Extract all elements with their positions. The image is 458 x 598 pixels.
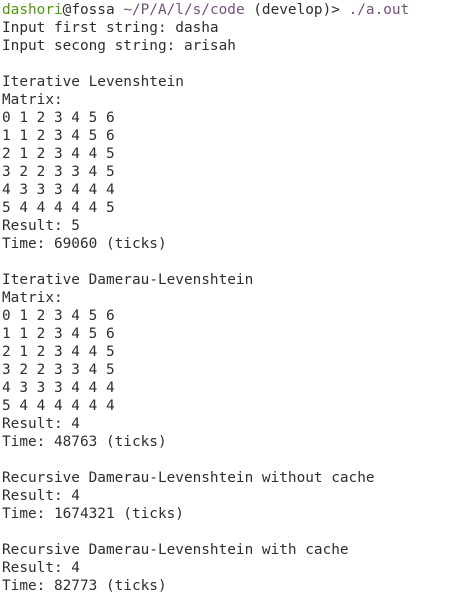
result-line: Result: 4 [2, 488, 80, 504]
prompt-branch: (develop)> [244, 2, 349, 18]
section-heading: Iterative Damerau-Levenshtein [2, 272, 254, 288]
matrix-row: 2 1 2 3 4 4 5 [2, 344, 115, 360]
terminal-window[interactable]: dashori@fossa ~/P/A/l/s/code (develop)> … [0, 0, 458, 598]
matrix-row: 0 1 2 3 4 5 6 [2, 110, 115, 126]
matrix-row: 1 1 2 3 4 5 6 [2, 128, 115, 144]
matrix-row: 5 4 4 4 4 4 4 [2, 398, 115, 414]
prompt-line: dashori@fossa ~/P/A/l/s/code (develop)> … [2, 1, 409, 19]
output-line: Matrix: [2, 92, 63, 108]
matrix-row: 3 2 2 3 3 4 5 [2, 164, 115, 180]
matrix-row: 5 4 4 4 4 4 5 [2, 200, 115, 216]
time-line: Time: 82773 (ticks) [2, 578, 167, 594]
matrix-row: 1 1 2 3 4 5 6 [2, 326, 115, 342]
result-line: Result: 5 [2, 218, 80, 234]
matrix-row: 4 3 3 3 4 4 4 [2, 380, 115, 396]
matrix-row: 4 3 3 3 4 4 4 [2, 182, 115, 198]
matrix-row: 2 1 2 3 4 4 5 [2, 146, 115, 162]
prompt-host: @fossa [62, 2, 115, 18]
matrix-row: 3 2 2 3 3 4 5 [2, 362, 115, 378]
prompt-user: dashori [2, 2, 63, 18]
section-heading: Iterative Levenshtein [2, 74, 184, 90]
output-line: Input first string: dasha [2, 20, 219, 36]
output-line: Input secong string: arisah [2, 38, 236, 54]
result-line: Result: 4 [2, 560, 80, 576]
result-line: Result: 4 [2, 416, 80, 432]
section-heading: Recursive Damerau-Levenshtein without ca… [2, 470, 375, 486]
time-line: Time: 69060 (ticks) [2, 236, 167, 252]
prompt-command: ./a.out [348, 2, 410, 18]
time-line: Time: 48763 (ticks) [2, 434, 167, 450]
section-heading: Recursive Damerau-Levenshtein with cache [2, 542, 349, 558]
matrix-row: 0 1 2 3 4 5 6 [2, 308, 115, 324]
prompt-path: ~/P/A/l/s/code [123, 2, 245, 18]
time-line: Time: 1674321 (ticks) [2, 506, 184, 522]
output-line: Matrix: [2, 290, 63, 306]
